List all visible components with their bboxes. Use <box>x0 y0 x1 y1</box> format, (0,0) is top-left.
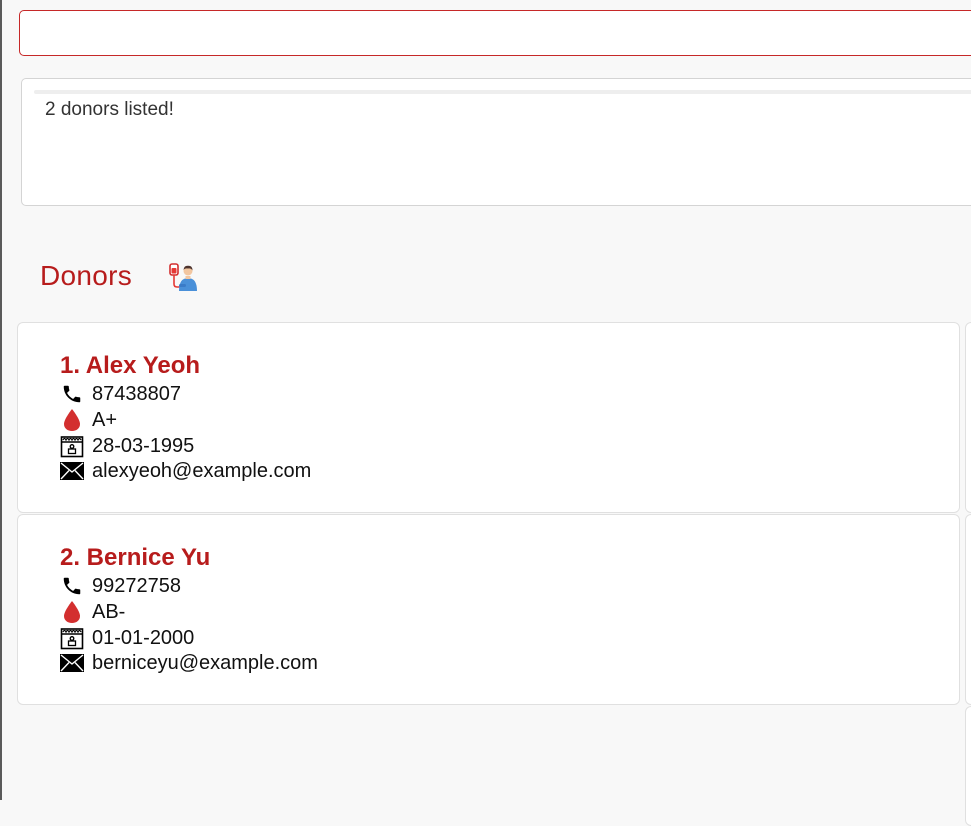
adjacent-card[interactable] <box>965 514 971 705</box>
adjacent-card[interactable] <box>965 322 971 513</box>
birthday-calendar-icon <box>60 626 84 650</box>
phone-icon <box>60 574 84 598</box>
donor-blood-type: AB- <box>92 600 126 623</box>
blood-donation-icon <box>168 262 200 292</box>
blood-drop-icon <box>60 600 84 624</box>
phone-icon <box>60 382 84 406</box>
donor-dob: 01-01-2000 <box>92 626 195 649</box>
donor-email: alexyeoh@example.com <box>92 459 312 482</box>
donor-dob-row: 28-03-1995 <box>60 434 194 458</box>
window-left-border <box>0 0 2 800</box>
birthday-calendar-icon <box>60 434 84 458</box>
donor-email-row: alexyeoh@example.com <box>60 459 311 483</box>
donor-phone: 99272758 <box>92 574 181 597</box>
donor-name: 1. Alex Yeoh <box>60 352 201 379</box>
result-horizontal-scrollbar[interactable] <box>34 90 971 94</box>
donor-dob-row: 01-01-2000 <box>60 626 194 650</box>
donor-card[interactable]: 2. Bernice Yu 99272758 AB- 01-01-2000 be… <box>17 514 960 705</box>
donor-phone-row: 87438807 <box>60 382 181 406</box>
donor-blood-type: A+ <box>92 408 118 431</box>
result-message: 2 donors listed! <box>45 99 174 120</box>
donor-phone: 87438807 <box>92 382 181 405</box>
donor-email: berniceyu@example.com <box>92 651 318 674</box>
envelope-icon <box>60 459 84 483</box>
result-display: 2 donors listed! <box>21 78 971 206</box>
donor-list-title: Donors <box>40 260 133 291</box>
adjacent-card[interactable] <box>965 706 971 826</box>
donor-blood-type-row: AB- <box>60 600 125 624</box>
blood-drop-icon <box>60 408 84 432</box>
command-input[interactable] <box>19 10 971 56</box>
donor-card[interactable]: 1. Alex Yeoh 87438807 A+ 28-03-1995 alex… <box>17 322 960 513</box>
donor-phone-row: 99272758 <box>60 574 181 598</box>
donor-name: 2. Bernice Yu <box>60 544 211 571</box>
donor-blood-type-row: A+ <box>60 408 117 432</box>
donor-dob: 28-03-1995 <box>92 434 195 457</box>
donor-email-row: berniceyu@example.com <box>60 651 318 675</box>
envelope-icon <box>60 651 84 675</box>
